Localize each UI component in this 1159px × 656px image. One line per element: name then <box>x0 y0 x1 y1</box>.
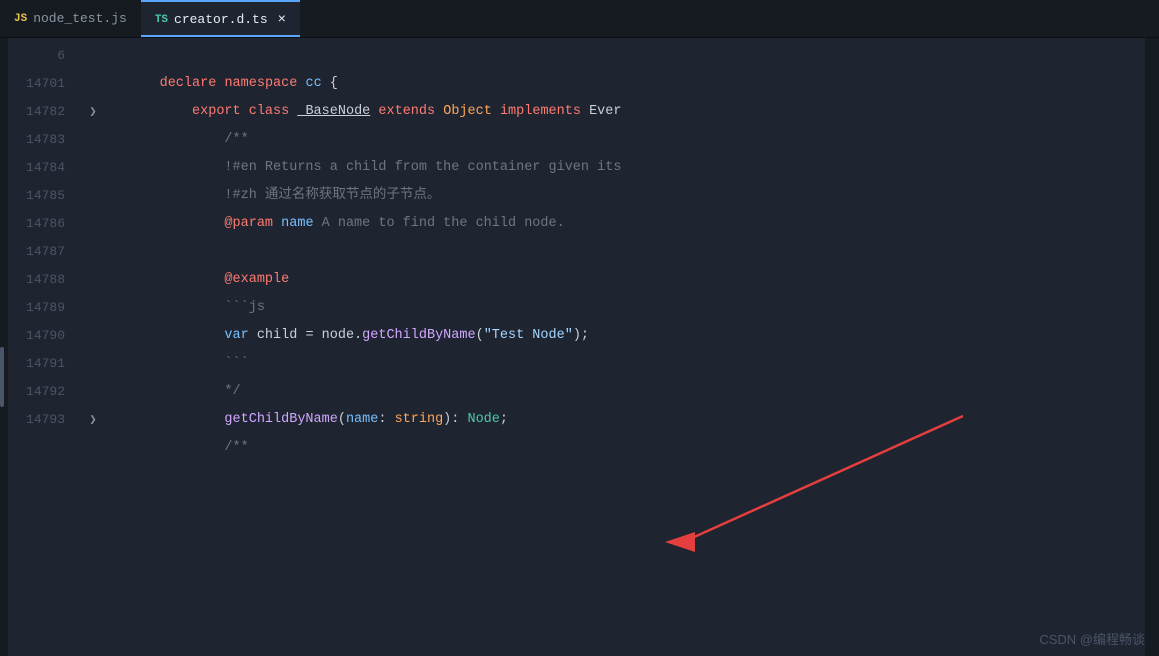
fold-14790 <box>83 322 103 350</box>
fold-14785 <box>83 182 103 210</box>
line-num-14790: 14790 <box>8 322 65 350</box>
line-num-14786: 14786 <box>8 210 65 238</box>
scroll-thumb <box>0 347 4 407</box>
line-num-6: 6 <box>8 42 65 70</box>
js-icon: JS <box>14 13 27 25</box>
code-line-14787: @example <box>103 238 1145 266</box>
line-num-14792: 14792 <box>8 378 65 406</box>
fold-14782[interactable]: ❯ <box>83 98 103 126</box>
left-scrollbar[interactable] <box>0 38 8 656</box>
line-num-14789: 14789 <box>8 294 65 322</box>
code-line-6: declare namespace cc { <box>103 42 1145 70</box>
line-numbers: 6 14701 14782 14783 14784 14785 14786 14… <box>8 38 83 656</box>
line-num-14783: 14783 <box>8 126 65 154</box>
editor-area: 6 14701 14782 14783 14784 14785 14786 14… <box>0 38 1159 656</box>
fold-14791 <box>83 350 103 378</box>
code-line-14791: */ <box>103 350 1145 378</box>
fold-14787 <box>83 238 103 266</box>
line-num-14788: 14788 <box>8 266 65 294</box>
tab-close-button[interactable]: × <box>278 12 286 28</box>
code-line-14783: !#en Returns a child from the container … <box>103 126 1145 154</box>
fold-6 <box>83 42 103 70</box>
fold-14786 <box>83 210 103 238</box>
watermark: CSDN @编程畅谈 <box>1039 629 1145 648</box>
line-num-14787: 14787 <box>8 238 65 266</box>
fold-14784 <box>83 154 103 182</box>
tab-node-test[interactable]: JS node_test.js <box>0 0 141 37</box>
line-num-14784: 14784 <box>8 154 65 182</box>
fold-14788 <box>83 266 103 294</box>
tab-node-test-label: node_test.js <box>33 11 127 26</box>
line-num-14701: 14701 <box>8 70 65 98</box>
line-num-14791: 14791 <box>8 350 65 378</box>
tab-bar: JS node_test.js TS creator.d.ts × <box>0 0 1159 38</box>
fold-14789 <box>83 294 103 322</box>
tab-creator-d-ts-label: creator.d.ts <box>174 12 268 27</box>
fold-14783 <box>83 126 103 154</box>
code-line-14792: getChildByName(name: string): Node; <box>103 378 1145 406</box>
code-content[interactable]: declare namespace cc { export class _Bas… <box>103 38 1145 656</box>
tab-creator-d-ts[interactable]: TS creator.d.ts × <box>141 0 300 37</box>
fold-14792 <box>83 378 103 406</box>
right-scrollbar[interactable] <box>1145 38 1159 656</box>
fold-14701 <box>83 70 103 98</box>
line-num-14785: 14785 <box>8 182 65 210</box>
line-num-14793: 14793 <box>8 406 65 434</box>
ts-icon: TS <box>155 14 168 26</box>
fold-14793[interactable]: ❯ <box>83 406 103 434</box>
line-num-14782: 14782 <box>8 98 65 126</box>
fold-column: ❯ ❯ <box>83 38 103 656</box>
